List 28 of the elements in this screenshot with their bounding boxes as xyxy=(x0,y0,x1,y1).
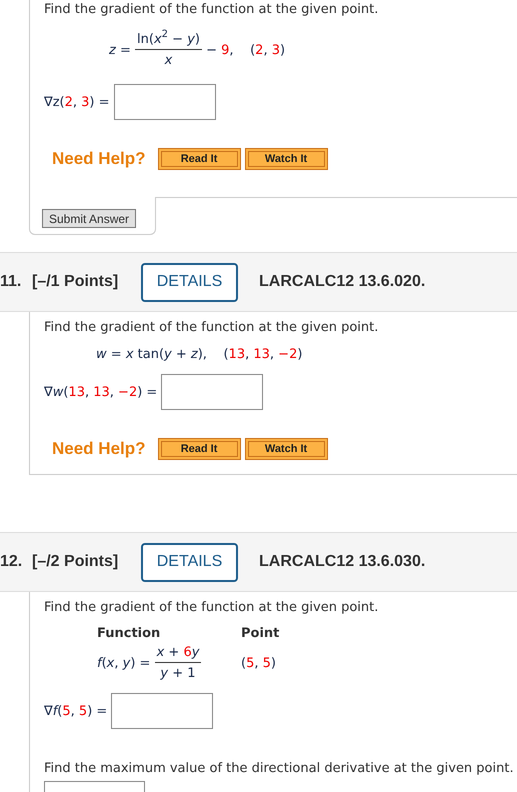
details-button[interactable]: DETAILS xyxy=(141,262,238,302)
need-help-label: Need Help? xyxy=(52,439,146,459)
answer-label: ∇f(5, 5) = xyxy=(44,704,108,718)
question-number: 11. xyxy=(0,273,22,291)
question-prompt: Find the gradient of the function at the given point. xyxy=(44,2,380,18)
point-value: (5, 5) xyxy=(241,656,277,670)
need-help-label: Need Help? xyxy=(52,149,146,169)
details-button[interactable]: DETAILS xyxy=(141,542,238,582)
problem-code: LARCALC12 13.6.020. xyxy=(259,273,426,291)
question-prompt: Find the gradient of the function at the given point. xyxy=(44,600,380,616)
question-prompt: Find the gradient of the function at the given point. xyxy=(44,320,380,336)
help-button[interactable]: Watch It xyxy=(244,438,328,460)
help-button[interactable]: Watch It xyxy=(244,148,328,170)
function-formula: f(x, y) = x + 6y y + 1 xyxy=(97,645,202,681)
answer-label: ∇z(2, 3) = xyxy=(44,94,111,110)
points-label: [–/1 Points] xyxy=(32,273,120,291)
help-button[interactable]: Read It xyxy=(158,148,241,170)
points-label: [–/2 Points] xyxy=(32,553,120,571)
answer-label: ∇w(13, 13, −2) = xyxy=(44,384,158,400)
question-prompt: Find the maximum value of the directional derivative at the given point. xyxy=(44,761,515,777)
column-header: Function xyxy=(97,626,162,641)
math-formula: w = x tan(y + z), (13, 13, −2) xyxy=(96,347,302,362)
submit-answer-button[interactable]: Submit Answer xyxy=(42,209,136,228)
column-header: Point xyxy=(241,626,280,641)
math-formula: z = ln(x$^{2}$ − y) x − 9, (2, 3) xyxy=(109,32,286,68)
question-number: 12. xyxy=(0,553,24,571)
problem-code: LARCALC12 13.6.030. xyxy=(259,553,426,571)
help-button[interactable]: Read It xyxy=(158,438,241,460)
